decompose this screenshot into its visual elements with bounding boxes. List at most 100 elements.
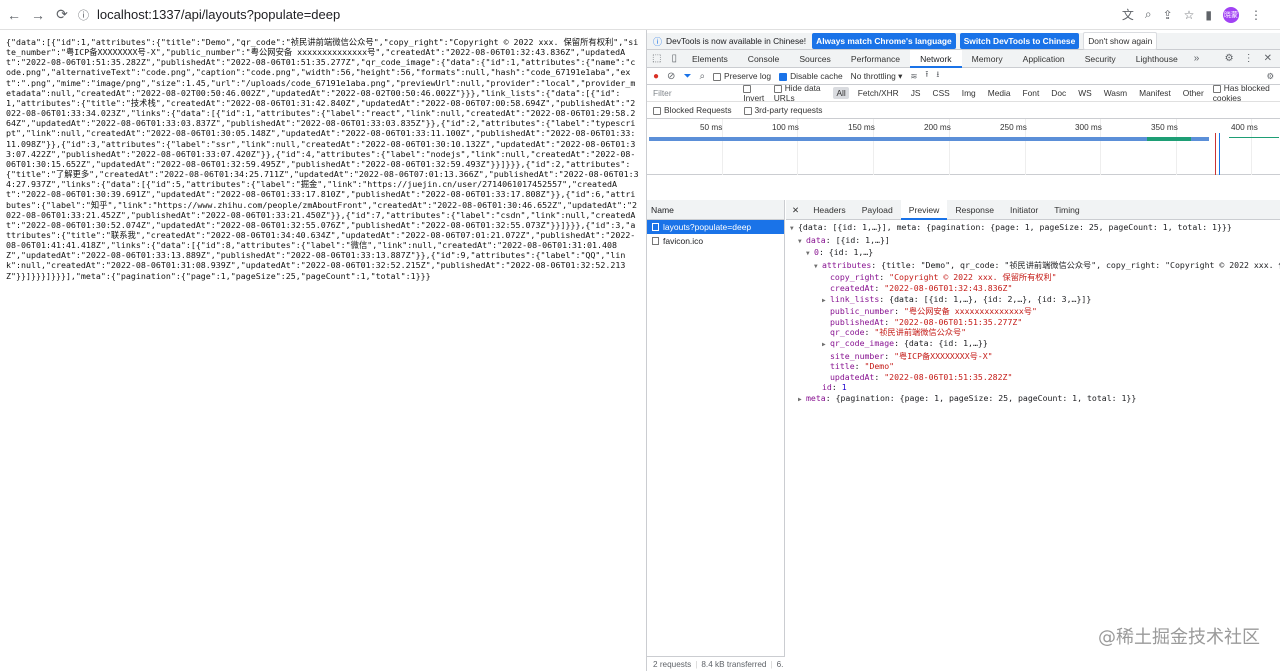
reload-icon[interactable]: ⟳ (52, 5, 72, 25)
timeline-tick: 200 ms (924, 123, 951, 132)
filter-type-other[interactable]: Other (1180, 87, 1207, 99)
switch-language-button[interactable]: Switch DevTools to Chinese (959, 33, 1080, 49)
more-menu-icon[interactable]: ⋮ (1244, 53, 1254, 64)
device-toggle-icon[interactable]: ▯ (666, 53, 682, 64)
inspect-icon[interactable]: ⬚ (647, 53, 666, 64)
request-detail: ✕ Headers Payload Preview Response Initi… (786, 200, 1280, 671)
blocked-requests-checkbox[interactable]: Blocked Requests (653, 105, 732, 115)
blocked-requests-label: Blocked Requests (664, 105, 732, 115)
load-event-marker (1215, 133, 1216, 175)
tree-row-meta[interactable]: ▶ meta: {pagination: {page: 1, pageSize: … (790, 393, 1277, 406)
tree-row-link-lists[interactable]: ▶ link_lists: {data: [{id: 1,…}, {id: 2,…… (790, 294, 1277, 307)
throttling-select[interactable]: No throttling ▾ (851, 71, 903, 81)
tree-row-qr-code: qr_code: "祯民讲前端微信公众号" (830, 327, 967, 338)
forward-arrow-icon[interactable]: → (28, 5, 48, 25)
name-column-header[interactable]: Name (647, 200, 784, 220)
infobar-text: DevTools is now available in Chinese! (666, 36, 807, 46)
detail-tabs: ✕ Headers Payload Preview Response Initi… (786, 200, 1280, 220)
expanded-triangle-icon[interactable]: ▼ (798, 237, 806, 248)
filter-type-js[interactable]: JS (908, 87, 924, 99)
filter-type-wasm[interactable]: Wasm (1101, 87, 1130, 99)
bookmark-star-icon[interactable]: ☆ (1184, 8, 1195, 22)
address-bar[interactable]: ⓘ localhost:1337/api/layouts?populate=de… (78, 3, 1118, 27)
tree-row-data[interactable]: ▼ data: [{id: 1,…}] (790, 235, 1277, 248)
export-har-icon[interactable]: ⭳ (936, 69, 939, 83)
tab-security[interactable]: Security (1075, 50, 1126, 68)
tab-sources[interactable]: Sources (789, 50, 841, 68)
tree-row-item-0[interactable]: ▼ 0: {id: 1,…} (790, 247, 1277, 260)
tree-row-id: id: 1 (822, 382, 847, 393)
request-row-layouts[interactable]: layouts?populate=deep (647, 220, 784, 234)
tab-response[interactable]: Response (947, 200, 1002, 220)
expanded-triangle-icon[interactable]: ▼ (790, 224, 798, 235)
translate-icon[interactable]: 文 (1122, 6, 1134, 23)
filter-type-media[interactable]: Media (985, 87, 1014, 99)
filter-type-font[interactable]: Font (1020, 87, 1043, 99)
collapsed-triangle-icon[interactable]: ▶ (822, 340, 830, 351)
match-language-button[interactable]: Always match Chrome's language (812, 33, 956, 49)
filter-type-ws[interactable]: WS (1075, 87, 1095, 99)
expanded-triangle-icon[interactable]: ▼ (814, 262, 822, 273)
filter-icon[interactable]: ⏷ (683, 71, 691, 82)
filter-type-all[interactable]: All (833, 87, 849, 99)
close-detail-icon[interactable]: ✕ (786, 200, 805, 220)
back-arrow-icon[interactable]: ← (4, 5, 24, 25)
filter-type-img[interactable]: Img (959, 87, 979, 99)
disable-cache-checkbox[interactable]: Disable cache (779, 71, 843, 81)
tree-row-copy-right: copy_right: "Copyright © 2022 xxx. 保留所有权… (830, 272, 1057, 283)
filter-type-fetch-xhr[interactable]: Fetch/XHR (855, 87, 902, 99)
settings-gear-icon[interactable]: ⚙ (1225, 53, 1234, 64)
tab-initiator[interactable]: Initiator (1002, 200, 1046, 220)
dont-show-again-button[interactable]: Don't show again (1083, 32, 1158, 50)
timeline-overview[interactable]: 50 ms 100 ms 150 ms 200 ms 250 ms 300 ms… (647, 119, 1280, 175)
zoom-icon[interactable]: ⌕ (1145, 7, 1152, 22)
more-tabs-icon[interactable]: » (1188, 53, 1206, 64)
record-icon[interactable]: ● (653, 71, 659, 82)
info-icon[interactable]: ⓘ (78, 7, 89, 23)
has-blocked-cookies-checkbox[interactable]: Has blocked cookies (1212, 83, 1280, 103)
tab-timing[interactable]: Timing (1046, 200, 1087, 220)
tab-application[interactable]: Application (1013, 50, 1075, 68)
filter-bar: Filter Invert Hide data URLs All Fetch/X… (647, 83, 1280, 103)
tree-row-root[interactable]: ▼ {data: [{id: 1,…}], meta: {pagination: … (790, 222, 1277, 235)
side-panel-icon[interactable]: ▮ (1205, 8, 1212, 22)
tab-payload[interactable]: Payload (854, 200, 901, 220)
tab-performance[interactable]: Performance (841, 50, 910, 68)
share-icon[interactable]: ⇪ (1163, 8, 1173, 22)
menu-icon[interactable]: ⋮ (1250, 8, 1262, 22)
tab-lighthouse[interactable]: Lighthouse (1126, 50, 1188, 68)
expanded-triangle-icon[interactable]: ▼ (806, 249, 814, 260)
tab-headers[interactable]: Headers (805, 200, 853, 220)
import-har-icon[interactable]: ⭱ (925, 69, 928, 83)
network-panes: Name layouts?populate=deep favicon.ico 2… (647, 200, 1280, 671)
collapsed-triangle-icon[interactable]: ▶ (798, 395, 806, 406)
timeline-tick: 350 ms (1151, 123, 1178, 132)
filter-type-manifest[interactable]: Manifest (1136, 87, 1174, 99)
tab-preview[interactable]: Preview (900, 200, 948, 220)
tab-elements[interactable]: Elements (682, 50, 738, 68)
close-icon[interactable]: ✕ (1264, 53, 1272, 64)
search-icon[interactable]: ⌕ (699, 71, 705, 82)
filter-type-css[interactable]: CSS (930, 87, 953, 99)
info-icon: ⓘ (653, 36, 663, 47)
filter-input[interactable]: Filter (653, 88, 737, 98)
avatar[interactable]: 晓蒙 (1223, 6, 1239, 23)
tab-memory[interactable]: Memory (962, 50, 1013, 68)
tree-row-attributes[interactable]: ▼ attributes: {title: "Demo", qr_code: "祯… (790, 260, 1280, 273)
blocked-filter-bar: Blocked Requests 3rd-party requests (647, 102, 1280, 119)
collapsed-triangle-icon[interactable]: ▶ (822, 296, 830, 307)
clear-icon[interactable]: ⊘ (667, 71, 675, 82)
hide-data-urls-checkbox[interactable]: Hide data URLs (773, 83, 828, 103)
filter-type-doc[interactable]: Doc (1048, 87, 1069, 99)
request-row-favicon[interactable]: favicon.ico (647, 234, 784, 248)
tab-network[interactable]: Network (910, 49, 962, 68)
tree-row-qr-code-image[interactable]: ▶ qr_code_image: {data: {id: 1,…}} (790, 338, 1277, 351)
network-settings-icon[interactable]: ⚙ (1266, 71, 1274, 81)
preserve-log-checkbox[interactable]: Preserve log (713, 71, 771, 81)
third-party-checkbox[interactable]: 3rd-party requests (743, 105, 822, 115)
network-toolbar: ● ⊘ ⏷ ⌕ Preserve log Disable cache No th… (647, 68, 1280, 85)
tab-console[interactable]: Console (738, 50, 790, 68)
network-conditions-icon[interactable]: ≋ (910, 71, 917, 81)
has-blocked-cookies-label: Has blocked cookies (1212, 83, 1270, 103)
invert-checkbox[interactable]: Invert (743, 83, 767, 103)
